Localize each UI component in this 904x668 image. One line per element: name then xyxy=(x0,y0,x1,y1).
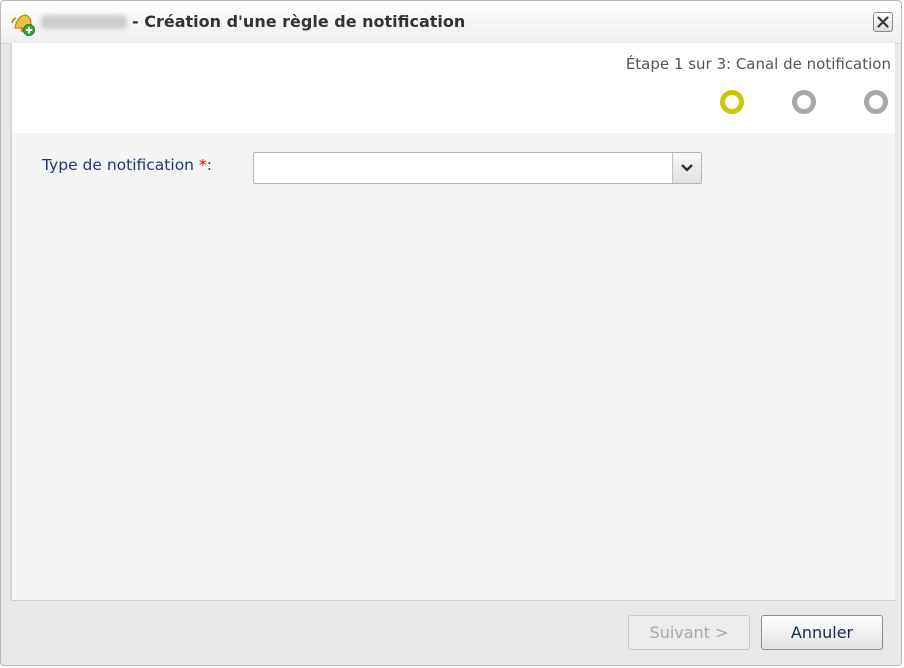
dialog-content: Étape 1 sur 3: Canal de notification Typ… xyxy=(10,43,895,601)
step-3-indicator xyxy=(864,90,888,114)
next-button[interactable]: Suivant > xyxy=(628,615,750,650)
notification-type-label: Type de notification *: xyxy=(42,156,212,174)
dialog-window: - Création d'une règle de notification É… xyxy=(0,0,902,666)
dialog-titlebar: - Création d'une règle de notification xyxy=(1,1,901,44)
notification-type-select[interactable] xyxy=(253,152,702,184)
step-label: Étape 1 sur 3: Canal de notification xyxy=(625,55,891,73)
chevron-down-icon xyxy=(681,164,693,172)
step-2-indicator xyxy=(792,90,816,114)
bell-add-icon xyxy=(9,10,37,36)
notification-type-label-text: Type de notification xyxy=(42,156,194,174)
close-button[interactable] xyxy=(873,12,893,32)
close-icon xyxy=(877,16,889,28)
wizard-steps-panel: Étape 1 sur 3: Canal de notification xyxy=(12,43,895,133)
dialog-footer: Suivant > Annuler xyxy=(1,602,901,666)
label-colon: : xyxy=(206,156,212,174)
required-marker: * xyxy=(198,156,207,174)
dialog-title: - Création d'une règle de notification xyxy=(132,12,466,31)
cancel-button[interactable]: Annuler xyxy=(761,615,883,650)
app-name-blurred xyxy=(41,15,127,29)
step-1-indicator xyxy=(720,90,744,114)
dropdown-button[interactable] xyxy=(672,153,701,183)
